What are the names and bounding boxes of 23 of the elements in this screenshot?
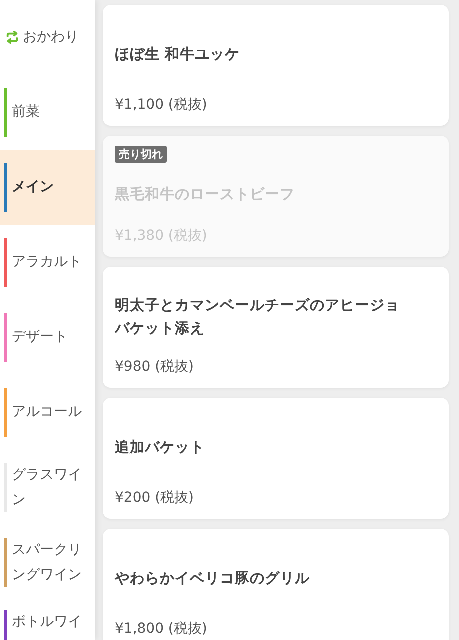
category-tab[interactable]: アラカルト xyxy=(0,225,95,300)
menu-item-card[interactable]: 明太子とカマンベールチーズのアヒージョバケット添え ¥980 (税抜) xyxy=(103,267,449,388)
category-tab[interactable]: メイン xyxy=(0,150,95,225)
menu-item-card[interactable]: やわらかイベリコ豚のグリル ¥1,800 (税抜) xyxy=(103,529,449,640)
category-tab[interactable]: デザート xyxy=(0,300,95,375)
price: ¥1,100 (税抜) xyxy=(115,96,208,114)
menu-item-card[interactable]: 追加バケット ¥200 (税抜) xyxy=(103,398,449,519)
price: ¥1,800 (税抜) xyxy=(115,620,208,638)
price: ¥200 (税抜) xyxy=(115,489,196,507)
category-tab[interactable]: スパークリングワイン xyxy=(0,525,95,600)
dish-name: 明太子とカマンベールチーズのアヒージョバケット添え xyxy=(115,296,401,338)
category-tab[interactable]: ボトルワイ xyxy=(0,600,95,640)
dish-name: 追加バケット xyxy=(115,438,205,458)
category-tab[interactable]: グラスワイン xyxy=(0,450,95,525)
dish-name: やわらかイベリコ豚のグリル xyxy=(115,570,310,590)
menu-item-card[interactable]: ほぼ生 和牛ユッケ ¥1,100 (税抜) xyxy=(103,5,449,126)
dish-name: ほぼ生 和牛ユッケ xyxy=(115,46,240,66)
refill-tab[interactable]: おかわり xyxy=(0,0,95,75)
category-tab[interactable]: 前菜 xyxy=(0,75,95,150)
refresh-icon xyxy=(5,30,20,45)
category-tab[interactable]: アルコール xyxy=(0,375,95,450)
sold-out-badge: 売り切れ xyxy=(115,146,167,163)
price: ¥980 (税抜) xyxy=(115,358,196,376)
